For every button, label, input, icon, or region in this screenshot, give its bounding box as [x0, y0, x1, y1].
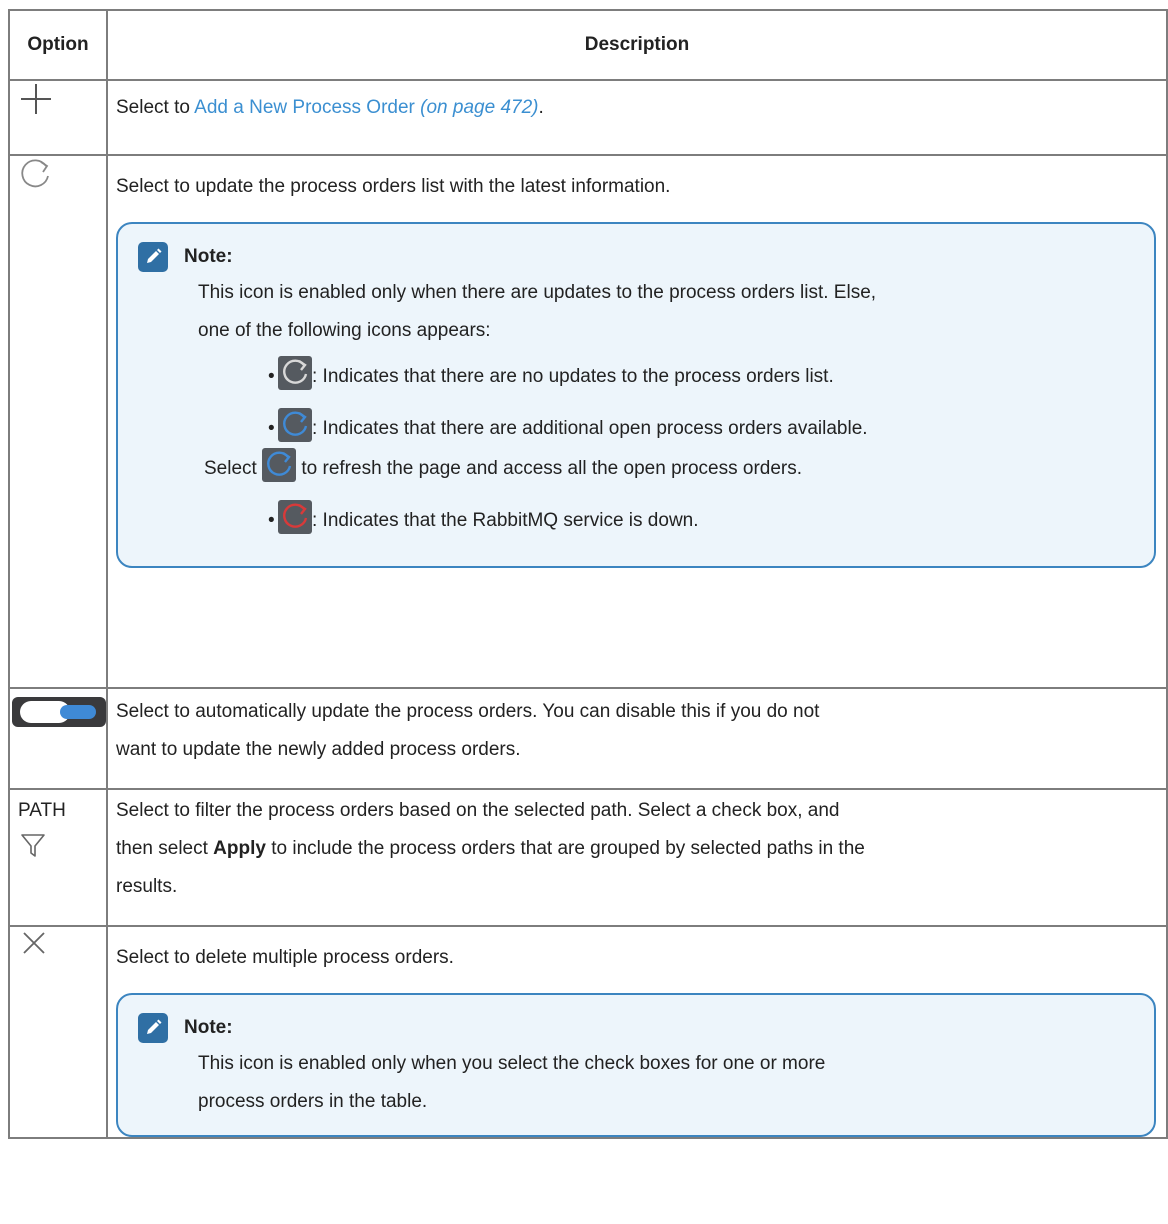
- path-line1: Select to filter the process orders base…: [116, 800, 840, 821]
- list-item: •: Indicates that there are additional o…: [204, 408, 1134, 488]
- note-pencil-icon: [138, 242, 168, 272]
- add-suffix-text: .: [538, 97, 544, 118]
- description-cell: Select to Add a New Process Order (on pa…: [106, 79, 1168, 156]
- refresh-icon: [18, 159, 54, 196]
- state-text: : Indicates that there are no updates to…: [312, 366, 834, 387]
- add-prefix-text: Select to: [116, 97, 195, 118]
- description-cell: Select to filter the process orders base…: [106, 788, 1168, 927]
- description-header: Description: [106, 9, 1168, 81]
- option-cell: [8, 154, 108, 689]
- refresh-description: Select to update the process orders list…: [116, 176, 671, 197]
- table-header-row: Option Description: [8, 9, 1168, 81]
- refresh-gray-icon: [278, 356, 312, 390]
- path-label: PATH: [18, 800, 66, 821]
- page-reference[interactable]: (on page 472): [420, 97, 538, 118]
- select-prefix: Select: [204, 458, 257, 479]
- table-row-auto-update: Select to automatically update the proce…: [8, 687, 1168, 790]
- option-cell: [8, 925, 108, 1139]
- table-row-path-filter: PATH Select to filter the process orders…: [8, 788, 1168, 927]
- note-box: Note: This icon is enabled only when the…: [116, 222, 1156, 568]
- description-cell: Select to update the process orders list…: [106, 154, 1168, 689]
- path-line2-prefix: then select: [116, 838, 214, 859]
- refresh-states-list: •: Indicates that there are no updates t…: [198, 356, 1134, 540]
- option-header: Option: [8, 9, 108, 81]
- note-box: Note: This icon is enabled only when you…: [116, 993, 1156, 1137]
- note-title: Note:: [184, 1017, 233, 1038]
- state-text: : Indicates that the RabbitMQ service is…: [312, 510, 699, 531]
- refresh-red-icon: [278, 500, 312, 534]
- delete-description: Select to delete multiple process orders…: [116, 947, 454, 968]
- add-process-order-link[interactable]: Add a New Process Order: [194, 97, 415, 118]
- options-table: Option Description Select to Add a New P…: [8, 9, 1168, 1139]
- auto-line2: want to update the newly added process o…: [116, 739, 521, 760]
- option-cell: PATH: [8, 788, 108, 927]
- toggle-switch-icon: [12, 697, 106, 727]
- note-text-line1: This icon is enabled only when there are…: [198, 282, 877, 303]
- description-cell: Select to automatically update the proce…: [106, 687, 1168, 790]
- close-icon: [18, 932, 50, 963]
- list-item: •: Indicates that the RabbitMQ service i…: [268, 500, 1134, 540]
- auto-line1: Select to automatically update the proce…: [116, 701, 820, 722]
- table-row-refresh: Select to update the process orders list…: [8, 154, 1168, 689]
- filter-icon: [18, 834, 48, 864]
- list-item: •: Indicates that there are no updates t…: [268, 356, 1134, 396]
- note-text-line2: process orders in the table.: [198, 1091, 428, 1112]
- note-title: Note:: [184, 246, 233, 267]
- note-pencil-icon: [138, 1013, 168, 1043]
- note-text-line1: This icon is enabled only when you selec…: [198, 1053, 826, 1074]
- option-cell: [8, 687, 108, 790]
- table-row-add: Select to Add a New Process Order (on pa…: [8, 79, 1168, 156]
- plus-icon: [18, 84, 54, 121]
- refresh-blue-icon: [278, 408, 312, 442]
- option-cell: [8, 79, 108, 156]
- select-suffix: to refresh the page and access all the o…: [301, 458, 803, 479]
- apply-text: Apply: [213, 838, 266, 859]
- note-text-line2: one of the following icons appears:: [198, 320, 491, 341]
- path-line2-suffix: to include the process orders that are g…: [265, 838, 865, 859]
- state-text: : Indicates that there are additional op…: [312, 418, 868, 439]
- table-row-delete: Select to delete multiple process orders…: [8, 925, 1168, 1139]
- refresh-blue-icon: [262, 448, 297, 482]
- description-cell: Select to delete multiple process orders…: [106, 925, 1168, 1139]
- path-line3: results.: [116, 876, 178, 897]
